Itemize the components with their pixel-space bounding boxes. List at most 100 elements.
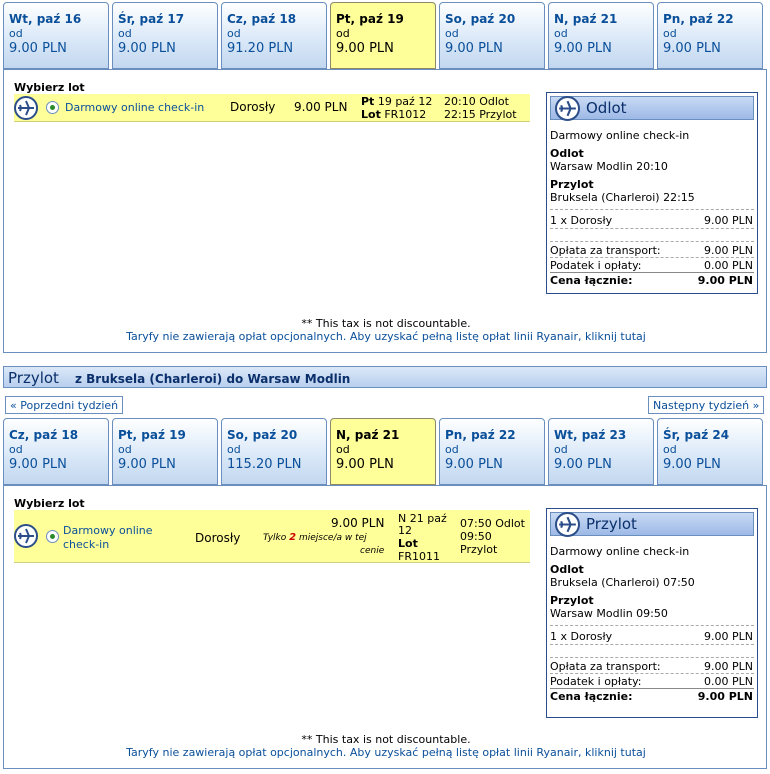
summary-transport-value: 9.00 PLN [704, 660, 753, 673]
arrival-time: 09:50 [460, 530, 492, 543]
summary-pax-value: 9.00 PLN [704, 630, 753, 643]
flight-no: FR1011 [398, 550, 440, 563]
tab-price: 9.00 PLN [663, 457, 721, 472]
tab-from: od [663, 443, 677, 456]
summary-fare: Darmowy online check-in [550, 129, 690, 142]
return-tab-3-selected[interactable]: N, paź 21 od 9.00 PLN [330, 418, 436, 485]
departure-time: 20:10 Odlot [444, 95, 509, 108]
summary-header: Odlot [550, 96, 754, 121]
seats-text-3: cenie [360, 546, 385, 556]
return-title: Przylot [8, 369, 59, 387]
outbound-summary-box: Odlot Darmowy online check-in Odlot Wars… [546, 92, 758, 294]
tab-from: od [336, 443, 350, 456]
tab-day: Cz, paź 18 [227, 12, 297, 26]
divider [550, 241, 754, 242]
summary-pax-value: 9.00 PLN [704, 214, 753, 227]
summary-header: Przylot [550, 512, 754, 537]
tab-price: 9.00 PLN [118, 41, 176, 56]
divider [550, 272, 754, 273]
tab-price: 9.00 PLN [118, 457, 176, 472]
previous-week-button[interactable]: « Poprzedni tydzień [5, 396, 124, 414]
tab-day: Śr, paź 24 [663, 428, 730, 442]
summary-pax-label: 1 x Dorosły [550, 214, 613, 227]
tab-price: 9.00 PLN [554, 457, 612, 472]
tab-price: 9.00 PLN [9, 457, 67, 472]
summary-total-label: Cena łącznie: [550, 274, 633, 287]
outbound-tab-0[interactable]: Wt, paź 16 od 9.00 PLN [3, 2, 109, 69]
summary-arr-label: Przylot [550, 594, 594, 607]
divider [550, 673, 754, 674]
outbound-tab-1[interactable]: Śr, paź 17 od 9.00 PLN [112, 2, 218, 69]
return-tab-6[interactable]: Śr, paź 24 od 9.00 PLN [657, 418, 763, 485]
date-day: Pt [361, 95, 375, 108]
return-flight-row[interactable]: Darmowy online check-in Dorosły 9.00 PLN… [14, 510, 530, 563]
airplane-icon [555, 96, 580, 121]
outbound-tab-5[interactable]: N, paź 21 od 9.00 PLN [548, 2, 654, 69]
summary-title: Przylot [586, 515, 637, 533]
next-week-button[interactable]: Następny tydzień » [648, 396, 765, 414]
fare-name-line-1[interactable]: Darmowy online [63, 524, 153, 537]
tab-from: od [445, 443, 459, 456]
summary-total-value: 9.00 PLN [697, 690, 753, 703]
fare-name-line-2[interactable]: check-in [63, 538, 109, 551]
airplane-icon [555, 512, 580, 537]
summary-tax-label: Podatek i opłaty: [550, 259, 642, 272]
return-tab-1[interactable]: Pt, paź 19 od 9.00 PLN [112, 418, 218, 485]
tab-from: od [663, 27, 677, 40]
summary-arr-value: Warsaw Modlin 09:50 [550, 607, 668, 620]
divider [550, 625, 754, 626]
divider [550, 209, 754, 210]
outbound-flight-row[interactable]: Darmowy online check-in Dorosły 9.00 PLN… [14, 94, 530, 122]
return-tab-2[interactable]: So, paź 20 od 115.20 PLN [221, 418, 327, 485]
return-tab-0[interactable]: Cz, paź 18 od 9.00 PLN [3, 418, 109, 485]
summary-dep-value: Bruksela (Charleroi) 07:50 [550, 576, 695, 589]
summary-dep-label: Odlot [550, 147, 584, 160]
tab-price: 9.00 PLN [336, 457, 394, 472]
summary-arr-value: Bruksela (Charleroi) 22:15 [550, 191, 695, 204]
passenger-type: Dorosły [230, 100, 276, 114]
tax-note: ** This tax is not discountable. [301, 317, 471, 330]
arrival-label: Przylot [460, 543, 498, 556]
flight-radio[interactable] [46, 530, 59, 543]
passenger-type: Dorosły [195, 531, 241, 545]
airplane-icon [14, 524, 38, 548]
summary-fare: Darmowy online check-in [550, 545, 690, 558]
select-flight-label: Wybierz lot [14, 497, 85, 510]
seats-left: Tylko 2 miejsce/a w tej [263, 532, 367, 543]
tab-from: od [227, 27, 241, 40]
flight-price: 9.00 PLN [294, 100, 348, 114]
outbound-tab-2[interactable]: Cz, paź 18 od 91.20 PLN [221, 2, 327, 69]
flight-number: Lot FR1012 [361, 108, 426, 121]
tab-day: Śr, paź 17 [118, 12, 185, 26]
seats-text-2: miejsce/a w tej [298, 533, 367, 543]
tab-from: od [227, 443, 241, 456]
return-tab-5[interactable]: Wt, paź 23 od 9.00 PLN [548, 418, 654, 485]
divider [550, 257, 754, 258]
tab-day: Pt, paź 19 [118, 428, 186, 442]
flight-no: FR1012 [384, 108, 427, 121]
tab-price: 9.00 PLN [9, 41, 67, 56]
tab-day: Wt, paź 23 [554, 428, 627, 442]
tab-price: 9.00 PLN [663, 41, 721, 56]
outbound-tab-4[interactable]: So, paź 20 od 9.00 PLN [439, 2, 545, 69]
flight-radio[interactable] [46, 101, 59, 114]
return-panel: Wybierz lot Darmowy online check-in Doro… [3, 485, 767, 769]
summary-total-value: 9.00 PLN [697, 274, 753, 287]
seats-count: 2 [289, 532, 297, 543]
tab-price: 91.20 PLN [227, 41, 294, 56]
return-tab-4[interactable]: Pn, paź 22 od 9.00 PLN [439, 418, 545, 485]
fare-name[interactable]: Darmowy online check-in [65, 101, 204, 114]
tab-day: Wt, paź 16 [9, 12, 82, 26]
flight-date: Pt 19 paź 12 [361, 95, 432, 108]
tab-day: So, paź 20 [445, 12, 516, 26]
outbound-tab-3-selected[interactable]: Pt, paź 19 od 9.00 PLN [330, 2, 436, 69]
tab-from: od [118, 27, 132, 40]
outbound-tab-6[interactable]: Pn, paź 22 od 9.00 PLN [657, 2, 763, 69]
tab-from: od [554, 27, 568, 40]
divider [550, 657, 754, 658]
summary-title: Odlot [586, 99, 627, 117]
fees-link[interactable]: Taryfy nie zawierają opłat opcjonalnych.… [4, 330, 768, 343]
tab-price: 9.00 PLN [445, 41, 503, 56]
select-flight-label: Wybierz lot [14, 81, 85, 94]
fees-link[interactable]: Taryfy nie zawierają opłat opcjonalnych.… [4, 746, 768, 759]
